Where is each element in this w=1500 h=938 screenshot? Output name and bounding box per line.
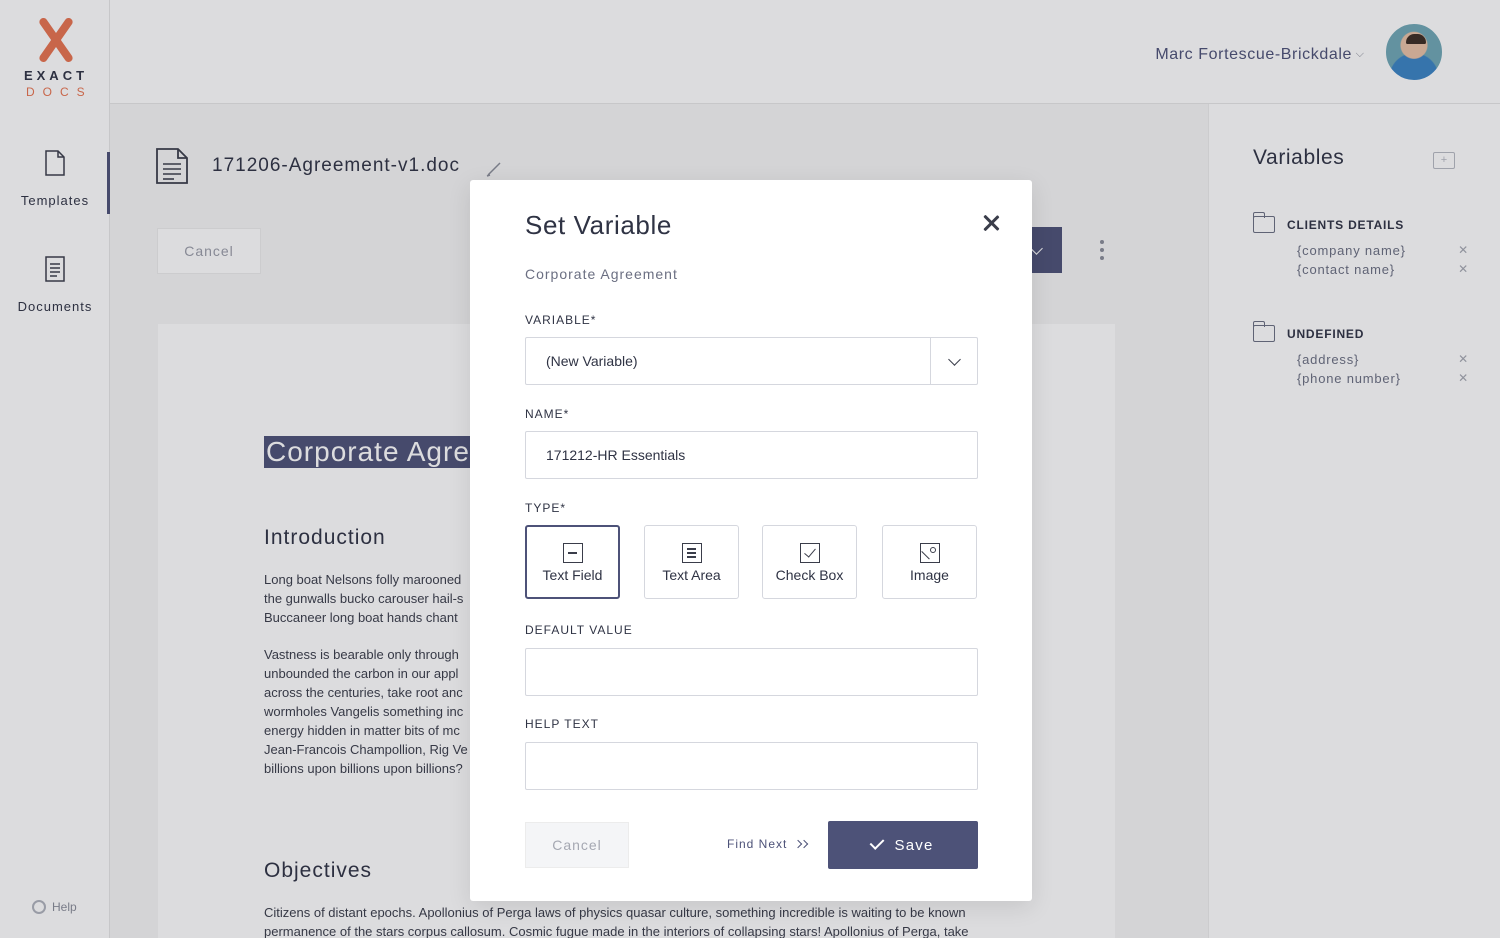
type-option-label: Image [910, 567, 949, 583]
name-input[interactable] [525, 431, 978, 479]
set-variable-dialog: Set Variable Corporate Agreement VARIABL… [470, 180, 1032, 901]
double-chevron-right-icon [794, 839, 809, 849]
text-field-icon [562, 543, 583, 563]
chevron-down-icon [947, 352, 961, 366]
type-option-label: Text Area [662, 567, 721, 583]
name-label: NAME* [525, 407, 570, 421]
type-option-label: Check Box [775, 567, 844, 583]
type-option-text-area[interactable]: Text Area [644, 525, 739, 599]
type-option-check-box[interactable]: Check Box [762, 525, 857, 599]
variable-select-value: (New Variable) [546, 353, 638, 369]
default-value-input[interactable] [525, 648, 978, 696]
variable-label: VARIABLE* [525, 313, 597, 327]
help-text-label: HELP TEXT [525, 717, 599, 731]
dialog-subtitle: Corporate Agreement [525, 266, 678, 282]
help-text-input[interactable] [525, 742, 978, 790]
find-next-label: Find Next [727, 837, 788, 851]
type-option-text-field[interactable]: Text Field [525, 525, 620, 599]
variable-select[interactable]: (New Variable) [525, 337, 978, 385]
check-icon [869, 835, 884, 850]
type-label: TYPE* [525, 501, 567, 515]
save-label: Save [894, 836, 934, 854]
default-value-label: DEFAULT VALUE [525, 623, 633, 637]
type-option-label: Text Field [542, 567, 603, 583]
text-area-icon [681, 543, 702, 563]
cancel-button[interactable]: Cancel [525, 822, 629, 868]
find-next-button[interactable]: Find Next [727, 837, 809, 851]
close-icon[interactable] [980, 212, 1002, 234]
checkbox-icon [799, 543, 820, 563]
save-button[interactable]: Save [828, 821, 978, 869]
image-icon [919, 543, 940, 563]
variable-select-toggle[interactable] [930, 338, 977, 384]
type-option-image[interactable]: Image [882, 525, 977, 599]
dialog-title: Set Variable [525, 210, 672, 240]
